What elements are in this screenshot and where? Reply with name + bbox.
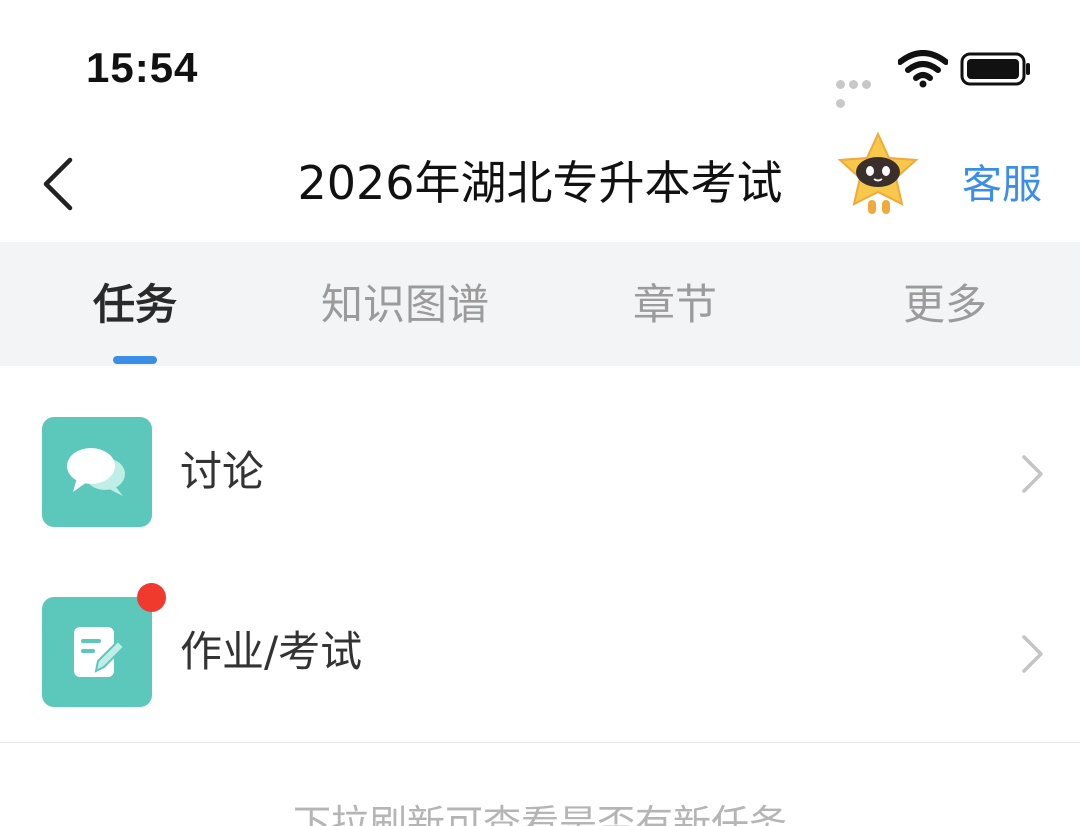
chevron-right-icon bbox=[1022, 635, 1043, 673]
cellular-signal-icon bbox=[836, 74, 886, 108]
chevron-right-icon bbox=[1022, 455, 1043, 493]
battery-icon bbox=[960, 52, 1030, 86]
navigation-bar: 2026年湖北专升本考试 客服 bbox=[0, 130, 1080, 242]
wifi-icon bbox=[898, 50, 948, 88]
list-item-label: 作业/考试 bbox=[180, 627, 363, 676]
list-item-label: 讨论 bbox=[180, 447, 265, 496]
status-bar: 15:54 bbox=[0, 0, 1080, 130]
active-tab-indicator bbox=[113, 356, 157, 364]
chat-bubbles-icon bbox=[67, 448, 125, 496]
homework-icon-box bbox=[42, 597, 152, 707]
page-title: 2026年湖北专升本考试 bbox=[297, 156, 783, 210]
tab-bar: 任务 知识图谱 章节 更多 bbox=[0, 242, 1080, 366]
course-page: 15:54 2026年湖北专升本考试 客服 任务 知识图谱 章节 更多 讨论 作… bbox=[0, 0, 1080, 826]
tab-tasks[interactable]: 任务 bbox=[0, 278, 270, 332]
status-time: 15:54 bbox=[86, 44, 199, 91]
robot-mascot-icon[interactable] bbox=[834, 130, 924, 222]
list-item-homework-exam[interactable]: 作业/考试 bbox=[0, 583, 1080, 747]
back-button[interactable] bbox=[30, 152, 90, 216]
chevron-left-icon bbox=[43, 157, 73, 211]
divider bbox=[0, 742, 1080, 743]
customer-service-link[interactable]: 客服 bbox=[962, 160, 1042, 210]
list-item-discussion[interactable]: 讨论 bbox=[0, 417, 1080, 567]
discussion-icon-box bbox=[42, 417, 152, 527]
tab-more[interactable]: 更多 bbox=[810, 278, 1080, 332]
tab-knowledge-graph[interactable]: 知识图谱 bbox=[270, 278, 540, 332]
tab-chapters[interactable]: 章节 bbox=[540, 278, 810, 332]
edit-document-icon bbox=[74, 627, 126, 677]
notification-badge bbox=[137, 583, 166, 612]
pull-to-refresh-hint: 下拉刷新可查看是否有新任务 bbox=[292, 802, 787, 826]
